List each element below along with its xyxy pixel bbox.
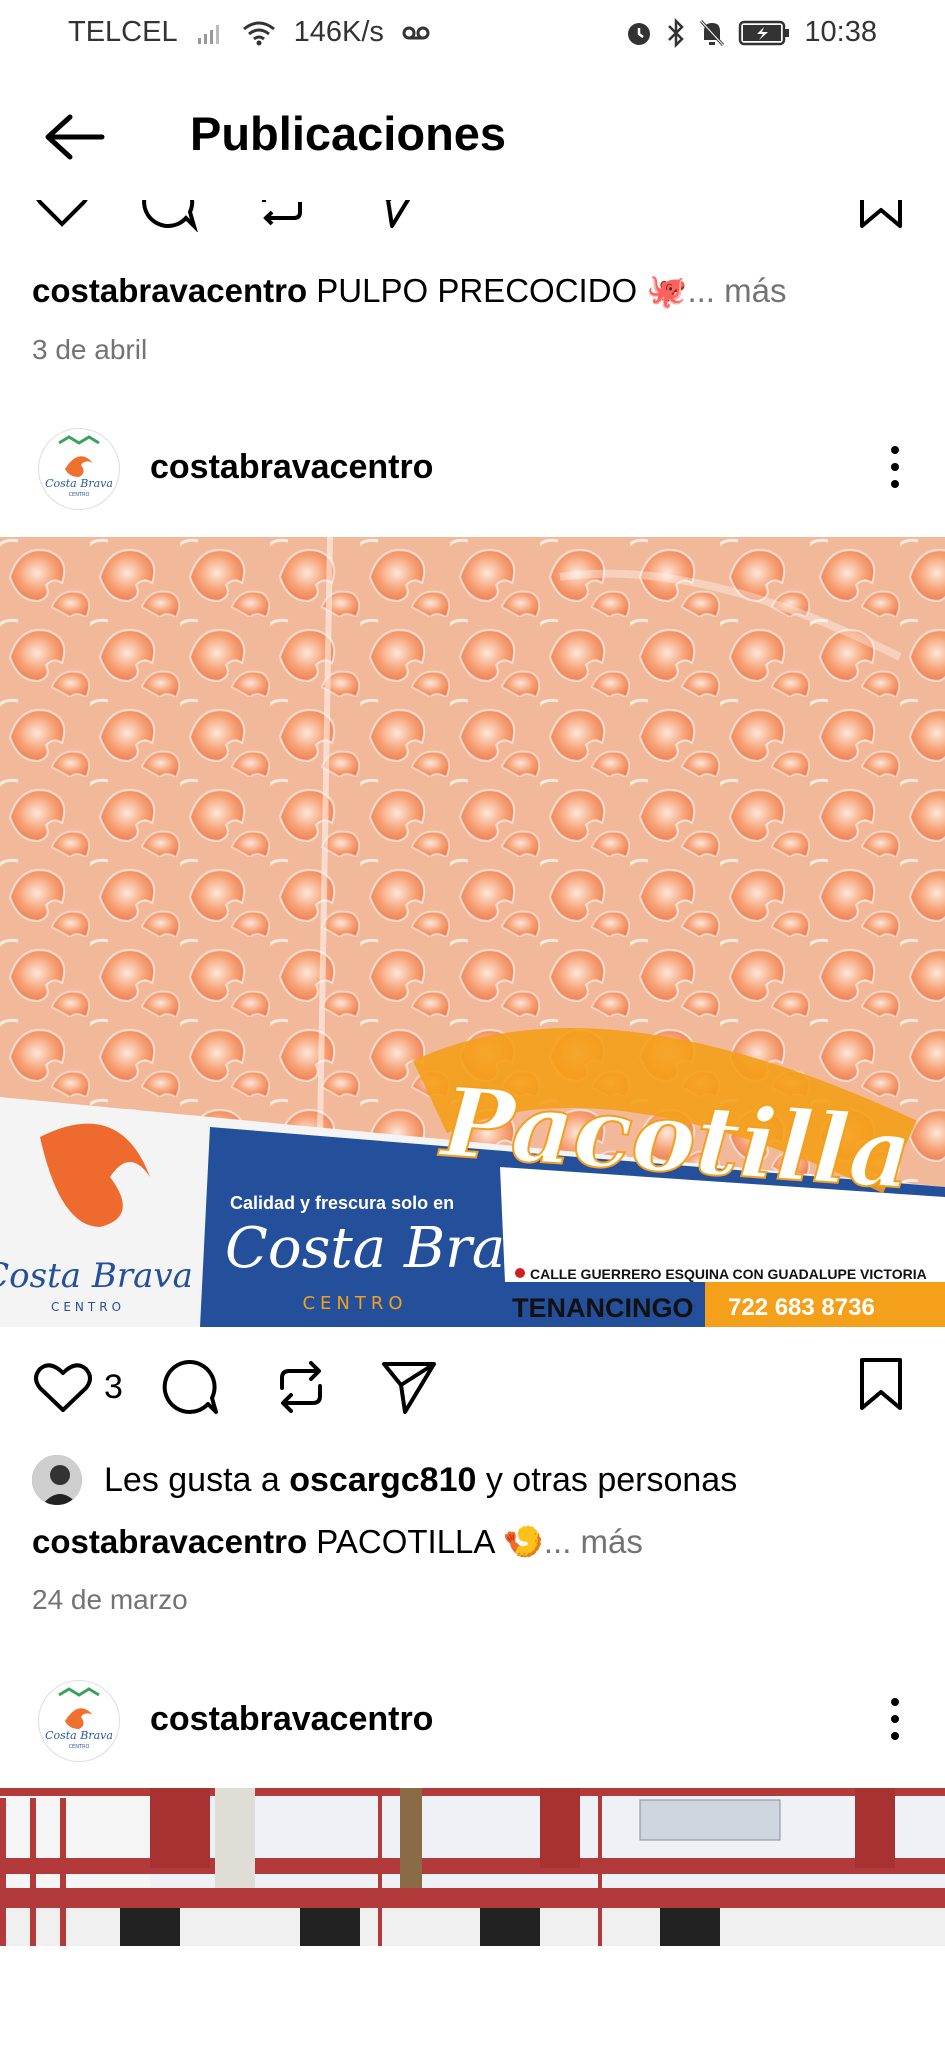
alarm-icon — [628, 22, 651, 45]
bluetooth-icon — [668, 17, 685, 48]
mute-bell-icon — [700, 19, 725, 46]
send-icon[interactable] — [378, 1356, 440, 1418]
more-link[interactable]: ... más — [544, 1523, 643, 1560]
repost-icon[interactable] — [270, 1356, 332, 1418]
voicemail-icon — [402, 26, 430, 39]
bookmark-icon[interactable] — [856, 200, 906, 232]
likes-user[interactable]: oscargc810 — [289, 1461, 476, 1500]
banner-city: TENANCINGO — [512, 1293, 694, 1323]
more-link[interactable]: ... más — [687, 272, 786, 309]
post-caption: costabravacentro PULPO PRECOCIDO 🐙... má… — [32, 272, 787, 311]
carrier-label: TELCEL — [68, 16, 178, 48]
comment-icon[interactable] — [158, 1356, 220, 1418]
app-header: Publicaciones — [0, 92, 945, 182]
banner-logo-sub: CENTRO — [51, 1300, 125, 1314]
comment-icon[interactable] — [138, 200, 198, 232]
avatar-logo-sub: CENTRO — [69, 1744, 90, 1750]
banner-tagline: Calidad y frescura solo en — [230, 1193, 454, 1213]
banner-phone: 722 683 8736 — [728, 1294, 875, 1321]
banner-address: CALLE GUERRERO ESQUINA CON GUADALUPE VIC… — [530, 1266, 927, 1282]
like-count[interactable]: 3 — [104, 1368, 123, 1407]
battery-icon — [739, 20, 790, 45]
post-image[interactable]: Pacotilla Costa Brava CENTRO Calidad y f… — [0, 537, 945, 1327]
more-vertical-icon[interactable] — [885, 1694, 905, 1744]
send-icon[interactable] — [366, 200, 426, 232]
avatar-logo-sub: CENTRO — [69, 492, 90, 498]
avatar[interactable]: Costa Brava CENTRO — [38, 428, 120, 510]
heart-icon[interactable] — [32, 200, 92, 232]
repost-icon[interactable] — [252, 200, 312, 232]
post-header: Costa Brava CENTRO costabravacentro — [0, 428, 945, 518]
building-photo — [0, 1788, 945, 1946]
caption-emoji: 🐙 — [646, 272, 688, 309]
avatar[interactable]: Costa Brava CENTRO — [38, 1680, 120, 1762]
caption-username[interactable]: costabravacentro — [32, 1523, 307, 1560]
arrow-left-icon[interactable] — [40, 112, 110, 162]
post-date: 3 de abril — [32, 334, 148, 365]
page-title: Publicaciones — [190, 107, 507, 160]
likes-prefix: Les gusta a — [104, 1460, 280, 1499]
caption-emoji: 🍤 — [502, 1523, 544, 1560]
caption-text: PACOTILLA — [316, 1523, 494, 1560]
previous-post-actions — [0, 200, 945, 240]
network-speed: 146K/s — [293, 16, 384, 48]
bookmark-icon[interactable] — [856, 1354, 906, 1414]
post-username[interactable]: costabravacentro — [150, 1700, 433, 1739]
avatar — [32, 1455, 82, 1505]
costa-brava-logo-icon: Costa Brava CENTRO — [45, 1687, 113, 1750]
caption-text: PULPO PRECOCIDO — [316, 272, 638, 309]
caption-username[interactable]: costabravacentro — [32, 272, 307, 309]
post-header: Costa Brava CENTRO costabravacentro — [0, 1680, 945, 1770]
post-image[interactable] — [0, 1788, 945, 1946]
likes-suffix: y otras personas — [485, 1460, 738, 1499]
banner-logo-brand: Costa Brava — [0, 1256, 193, 1296]
clock: 10:38 — [804, 16, 877, 48]
post-username[interactable]: costabravacentro — [150, 448, 433, 487]
signal-icon — [197, 24, 219, 44]
costa-brava-logo-icon: Costa Brava CENTRO — [45, 435, 113, 498]
post-date: 24 de marzo — [32, 1584, 188, 1615]
shrimp-photo: Pacotilla Costa Brava CENTRO Calidad y f… — [0, 537, 945, 1327]
likes-summary[interactable]: Les gusta a oscargc810 y otras personas — [32, 1455, 737, 1505]
heart-icon[interactable] — [32, 1358, 94, 1416]
avatar-logo-brand: Costa Brava — [45, 1729, 113, 1742]
user-photo-icon — [32, 1455, 82, 1505]
post-actions: 3 — [0, 1348, 945, 1428]
avatar-logo-brand: Costa Brava — [45, 477, 113, 490]
post-caption: costabravacentro PACOTILLA 🍤... más — [32, 1523, 643, 1562]
wifi-icon — [242, 21, 275, 45]
more-vertical-icon[interactable] — [885, 442, 905, 492]
banner-brand-sub: CENTRO — [302, 1293, 407, 1314]
status-bar: TELCEL 146K/s 10:38 — [0, 0, 945, 64]
